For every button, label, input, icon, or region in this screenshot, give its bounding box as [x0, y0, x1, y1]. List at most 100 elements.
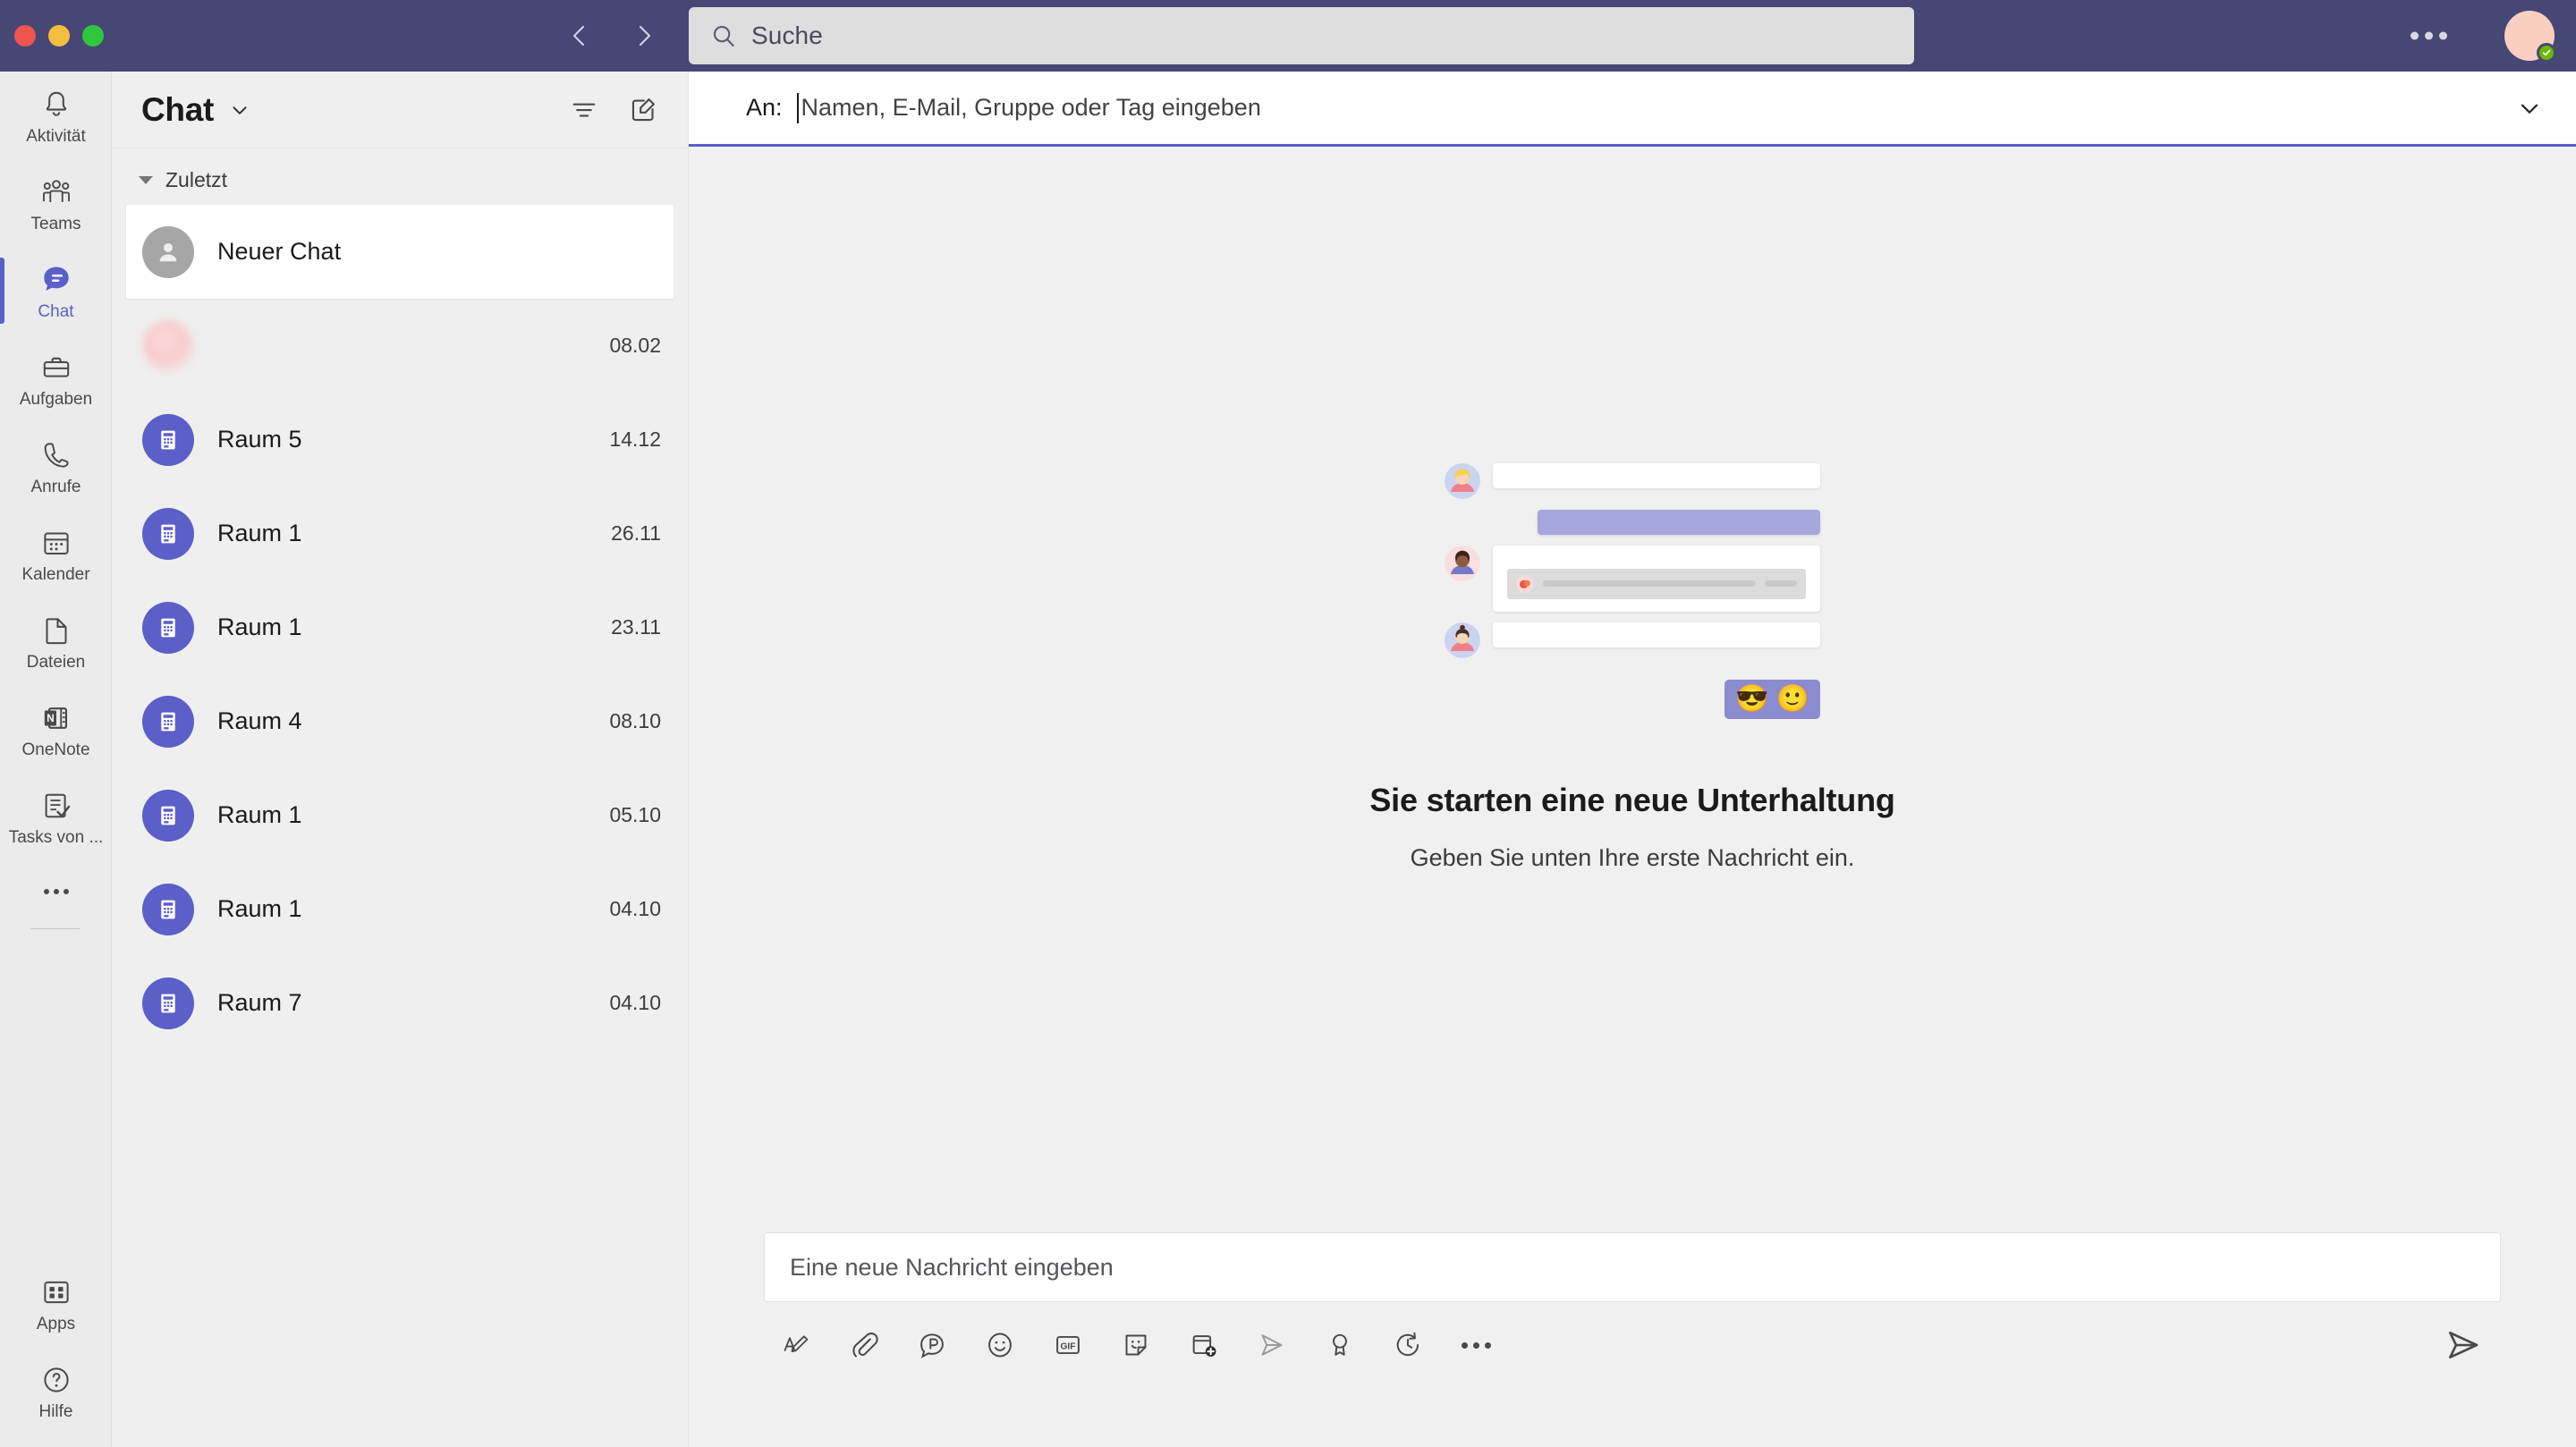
- onenote-icon: N: [39, 699, 73, 737]
- schedule-send-icon[interactable]: [1390, 1327, 1426, 1363]
- chat-name: Raum 1: [217, 613, 302, 640]
- chat-date: 08.02: [609, 334, 661, 357]
- list-item[interactable]: Neuer Chat: [126, 205, 674, 299]
- back-button[interactable]: [559, 15, 600, 56]
- page-title: Chat: [141, 90, 215, 128]
- sticker-icon[interactable]: [1118, 1327, 1154, 1363]
- chevron-down-icon: [139, 176, 153, 184]
- empty-state-subtext: Geben Sie unten Ihre erste Nachricht ein…: [1410, 843, 1855, 871]
- illustration-bubble: [1493, 545, 1820, 612]
- sidebar-item-teams[interactable]: Teams: [0, 159, 112, 247]
- stream-icon[interactable]: [1254, 1327, 1290, 1363]
- list-item[interactable]: Raum 5 14.12: [112, 393, 688, 487]
- sidebar-item-dateien[interactable]: Dateien: [0, 597, 112, 685]
- list-item[interactable]: Raum 1 04.10: [112, 862, 688, 956]
- illustration-bubble: [1493, 622, 1820, 647]
- chat-list-actions: [568, 94, 659, 126]
- app-rail: Aktivität Teams Chat Aufgaben Anrufe Kal…: [0, 72, 112, 1447]
- reaction-emoji: 🙂: [1775, 683, 1809, 714]
- maximize-window-button[interactable]: [82, 25, 104, 47]
- recipient-bar: An: Namen, E-Mail, Gruppe oder Tag einge…: [689, 72, 2576, 147]
- chat-list-section-recent[interactable]: Zuletzt: [112, 148, 688, 205]
- compose-chat-icon[interactable]: [627, 94, 659, 126]
- attachment-thumbnail-icon: [1516, 574, 1534, 593]
- list-item[interactable]: 08.02: [112, 299, 688, 393]
- message-input[interactable]: Eine neue Nachricht eingeben: [764, 1232, 2501, 1302]
- tasks-icon: [40, 787, 72, 825]
- presence-available-icon: [2537, 43, 2556, 63]
- rail-divider: [30, 928, 80, 929]
- sidebar-item-label: Dateien: [26, 653, 86, 672]
- list-item[interactable]: Raum 1 05.10: [112, 768, 688, 862]
- sidebar-item-tasks[interactable]: Tasks von ...: [0, 773, 112, 860]
- praise-icon[interactable]: [1322, 1327, 1358, 1363]
- avatar: [142, 413, 194, 466]
- search-input[interactable]: Suche: [689, 7, 1914, 64]
- avatar[interactable]: [2504, 11, 2556, 63]
- skeleton-line: [1543, 580, 1756, 587]
- title-bar: Suche: [0, 0, 2576, 72]
- sidebar-item-label: Apps: [36, 1315, 76, 1333]
- search-placeholder: Suche: [751, 21, 823, 49]
- gif-icon[interactable]: GIF: [1050, 1327, 1086, 1363]
- rail-more-button[interactable]: [0, 860, 112, 923]
- illustration-avatar: [1445, 462, 1480, 499]
- avatar: [142, 695, 194, 748]
- chevron-down-icon[interactable]: [2494, 94, 2544, 123]
- sidebar-item-label: Chat: [38, 302, 74, 321]
- illustration-avatar: [1445, 622, 1480, 658]
- attach-icon[interactable]: [846, 1327, 882, 1363]
- illustration-message-row: [1445, 545, 1820, 612]
- close-window-button[interactable]: [14, 25, 36, 47]
- list-item[interactable]: Raum 1 26.11: [112, 487, 688, 580]
- meet-now-icon[interactable]: [1186, 1327, 1222, 1363]
- avatar: [142, 883, 194, 935]
- chat-date: 23.11: [611, 615, 661, 639]
- sidebar-item-anrufe[interactable]: Anrufe: [0, 422, 112, 510]
- sidebar-item-hilfe[interactable]: Hilfe: [0, 1347, 112, 1434]
- sidebar-item-apps[interactable]: Apps: [0, 1259, 112, 1347]
- more-icon: [41, 873, 72, 910]
- format-icon[interactable]: [778, 1327, 814, 1363]
- list-item[interactable]: Raum 7 04.10: [112, 956, 688, 1050]
- sidebar-item-onenote[interactable]: N OneNote: [0, 685, 112, 773]
- skeleton-line: [1765, 580, 1797, 587]
- chat-icon: [38, 261, 74, 299]
- composer-more-button[interactable]: [1458, 1327, 1494, 1363]
- list-item[interactable]: Raum 1 23.11: [112, 580, 688, 674]
- text-caret: [796, 92, 799, 123]
- people-icon: [39, 173, 73, 211]
- sidebar-item-label: Aufgaben: [19, 390, 93, 409]
- rail-bottom-group: Apps Hilfe: [0, 1259, 112, 1434]
- composer-toolbar: GIF: [764, 1302, 2501, 1368]
- message-composer: Eine neue Nachricht eingeben GIF: [689, 1232, 2576, 1447]
- sidebar-item-label: Tasks von ...: [8, 828, 104, 847]
- forward-button[interactable]: [623, 15, 665, 56]
- navigation-buttons: [559, 15, 665, 56]
- recipient-input[interactable]: Namen, E-Mail, Gruppe oder Tag eingeben: [796, 72, 2494, 144]
- avatar: [142, 225, 194, 278]
- chat-name: Raum 5: [217, 426, 302, 453]
- list-item[interactable]: Raum 4 08.10: [112, 674, 688, 768]
- chevron-down-icon[interactable]: [228, 98, 251, 122]
- sidebar-item-chat[interactable]: Chat: [0, 247, 112, 334]
- apps-icon: [40, 1274, 72, 1311]
- avatar: [142, 601, 194, 654]
- chat-name: Neuer Chat: [217, 238, 342, 265]
- search-icon: [710, 22, 737, 49]
- illustration-reaction-bubble: 😎 🙂: [1724, 679, 1820, 719]
- bell-icon: [40, 86, 72, 123]
- send-button[interactable]: [2440, 1322, 2487, 1368]
- filter-icon[interactable]: [568, 94, 600, 126]
- emoji-icon[interactable]: [982, 1327, 1018, 1363]
- titlebar-more-button[interactable]: [2411, 31, 2447, 40]
- illustration-bubble: [1538, 509, 1820, 535]
- to-label: An:: [746, 94, 783, 121]
- sidebar-item-aufgaben[interactable]: Aufgaben: [0, 334, 112, 422]
- sidebar-item-aktivitaet[interactable]: Aktivität: [0, 72, 112, 159]
- empty-state: 😎 🙂 Sie starten eine neue Unterhaltung G…: [689, 147, 2576, 1232]
- help-icon: [40, 1361, 72, 1399]
- minimize-window-button[interactable]: [48, 25, 70, 47]
- loop-icon[interactable]: [914, 1327, 950, 1363]
- sidebar-item-kalender[interactable]: Kalender: [0, 510, 112, 597]
